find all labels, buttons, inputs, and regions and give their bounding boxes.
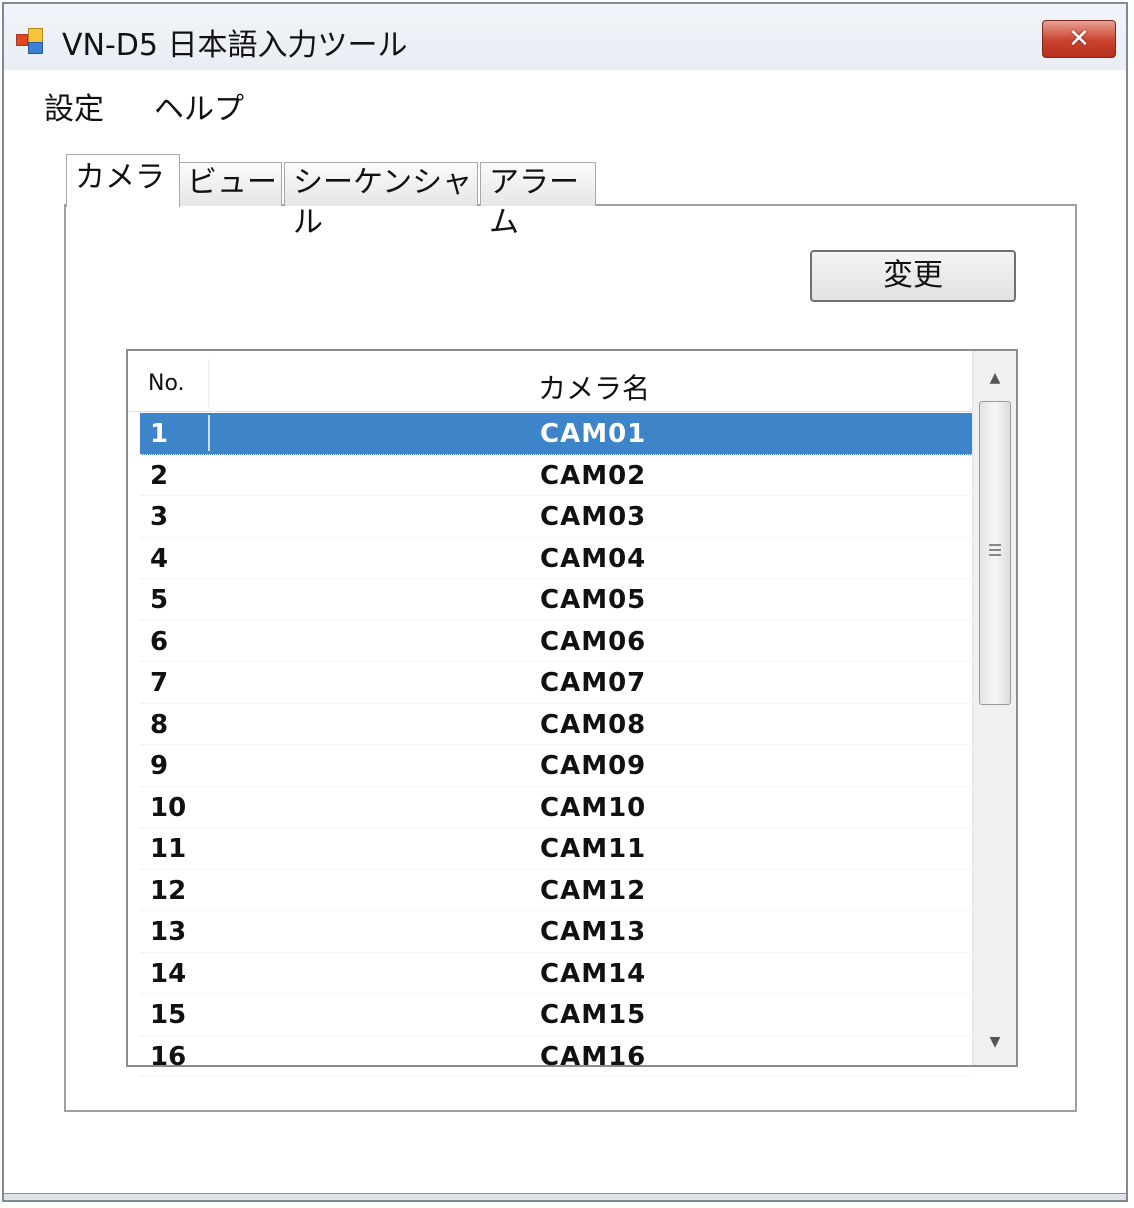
row-camera-name: CAM01 (540, 419, 647, 449)
row-number: 11 (150, 834, 187, 864)
menu-help[interactable]: ヘルプ (154, 84, 244, 128)
app-window: VN-D5 日本語入力ツール ✕ 設定 ヘルプ 変更 No. カメラ名 1 CAM… (2, 2, 1128, 1202)
table-row[interactable]: 12 CAM12 (140, 870, 972, 911)
table-row[interactable]: 9 CAM09 (140, 745, 972, 787)
table-row[interactable]: 14 CAM14 (140, 953, 972, 994)
table-row[interactable]: 7 CAM07 (140, 662, 972, 704)
row-camera-name: CAM08 (540, 709, 647, 740)
window-title: VN-D5 日本語入力ツール (62, 28, 408, 63)
menu-bar: 設定 ヘルプ (4, 70, 1126, 136)
column-header-camera-name[interactable]: カメラ名 (538, 367, 650, 407)
row-camera-name: CAM16 (540, 1041, 647, 1072)
table-row[interactable]: 3 CAM03 (140, 496, 972, 538)
row-camera-name: CAM04 (540, 543, 647, 574)
tab-view[interactable]: ビュー (178, 162, 282, 206)
camera-list[interactable]: No. カメラ名 1 CAM01 2 CAM02 3 CAM03 4 CAM04 5 CAM05 6… (126, 349, 1018, 1077)
row-number: 15 (150, 1000, 187, 1030)
row-camera-name: CAM05 (540, 585, 647, 615)
row-camera-name: CAM09 (540, 751, 647, 781)
table-row[interactable]: 5 CAM05 (140, 579, 972, 621)
column-header-no[interactable]: No. (148, 371, 185, 396)
row-number: 16 (150, 1041, 187, 1072)
row-number: 12 (150, 875, 187, 906)
row-number: 9 (150, 751, 169, 781)
tab-camera[interactable]: カメラ (66, 154, 180, 207)
row-camera-name: CAM15 (540, 1000, 647, 1030)
row-number: 7 (150, 668, 169, 698)
row-camera-name: CAM13 (540, 917, 647, 947)
table-row[interactable]: 10 CAM10 (140, 787, 972, 828)
tab-alarm[interactable]: アラーム (480, 162, 596, 240)
window-bottom-edge (4, 1193, 1126, 1200)
title-bar[interactable]: VN-D5 日本語入力ツール ✕ (4, 4, 1126, 70)
row-number: 8 (150, 709, 169, 740)
row-camera-name: CAM07 (540, 668, 647, 698)
list-header: No. カメラ名 (128, 351, 972, 412)
row-camera-name: CAM02 (540, 460, 647, 491)
row-number: 4 (150, 543, 169, 574)
table-row[interactable]: 1 CAM01 (140, 413, 972, 455)
scroll-up-icon[interactable]: ▲ (973, 355, 1017, 401)
row-camera-name: CAM12 (540, 875, 647, 906)
table-row[interactable]: 16 CAM16 (140, 1036, 972, 1077)
vertical-scrollbar[interactable]: ▲ ▼ (972, 351, 1016, 1065)
row-number: 10 (150, 792, 187, 823)
camera-tab-panel: 変更 No. カメラ名 1 CAM01 2 CAM02 3 CAM03 4 CAM04 5 CAM… (64, 204, 1077, 1112)
row-camera-name: CAM14 (540, 958, 647, 989)
column-divider[interactable] (208, 359, 210, 407)
row-number: 5 (150, 585, 169, 615)
tab-sequential[interactable]: シーケンシャル (284, 162, 478, 240)
table-row[interactable]: 4 CAM04 (140, 538, 972, 579)
scroll-down-icon[interactable]: ▼ (973, 1019, 1017, 1065)
table-row[interactable]: 13 CAM13 (140, 911, 972, 953)
menu-settings[interactable]: 設定 (44, 84, 104, 128)
change-button[interactable]: 変更 (810, 250, 1016, 302)
row-number: 2 (150, 460, 169, 491)
row-number: 13 (150, 917, 187, 947)
table-row[interactable]: 15 CAM15 (140, 994, 972, 1036)
row-camera-name: CAM11 (540, 834, 647, 864)
row-number: 3 (150, 502, 169, 532)
scroll-thumb[interactable] (979, 401, 1011, 705)
grip-icon (989, 544, 1001, 559)
table-row[interactable]: 6 CAM06 (140, 621, 972, 662)
row-camera-name: CAM06 (540, 626, 647, 657)
row-number: 6 (150, 626, 169, 657)
row-camera-name: CAM03 (540, 502, 647, 532)
app-icon (16, 26, 44, 54)
close-button[interactable]: ✕ (1042, 20, 1116, 58)
row-number: 1 (150, 419, 169, 449)
row-camera-name: CAM10 (540, 792, 647, 823)
row-divider (208, 415, 210, 451)
list-rows: 1 CAM01 2 CAM02 3 CAM03 4 CAM04 5 CAM05 6 CAM06 7 CAM… (140, 413, 972, 1077)
table-row[interactable]: 11 CAM11 (140, 828, 972, 870)
table-row[interactable]: 8 CAM08 (140, 704, 972, 745)
table-row[interactable]: 2 CAM02 (140, 455, 972, 496)
row-number: 14 (150, 958, 187, 989)
close-icon: ✕ (1068, 24, 1090, 54)
